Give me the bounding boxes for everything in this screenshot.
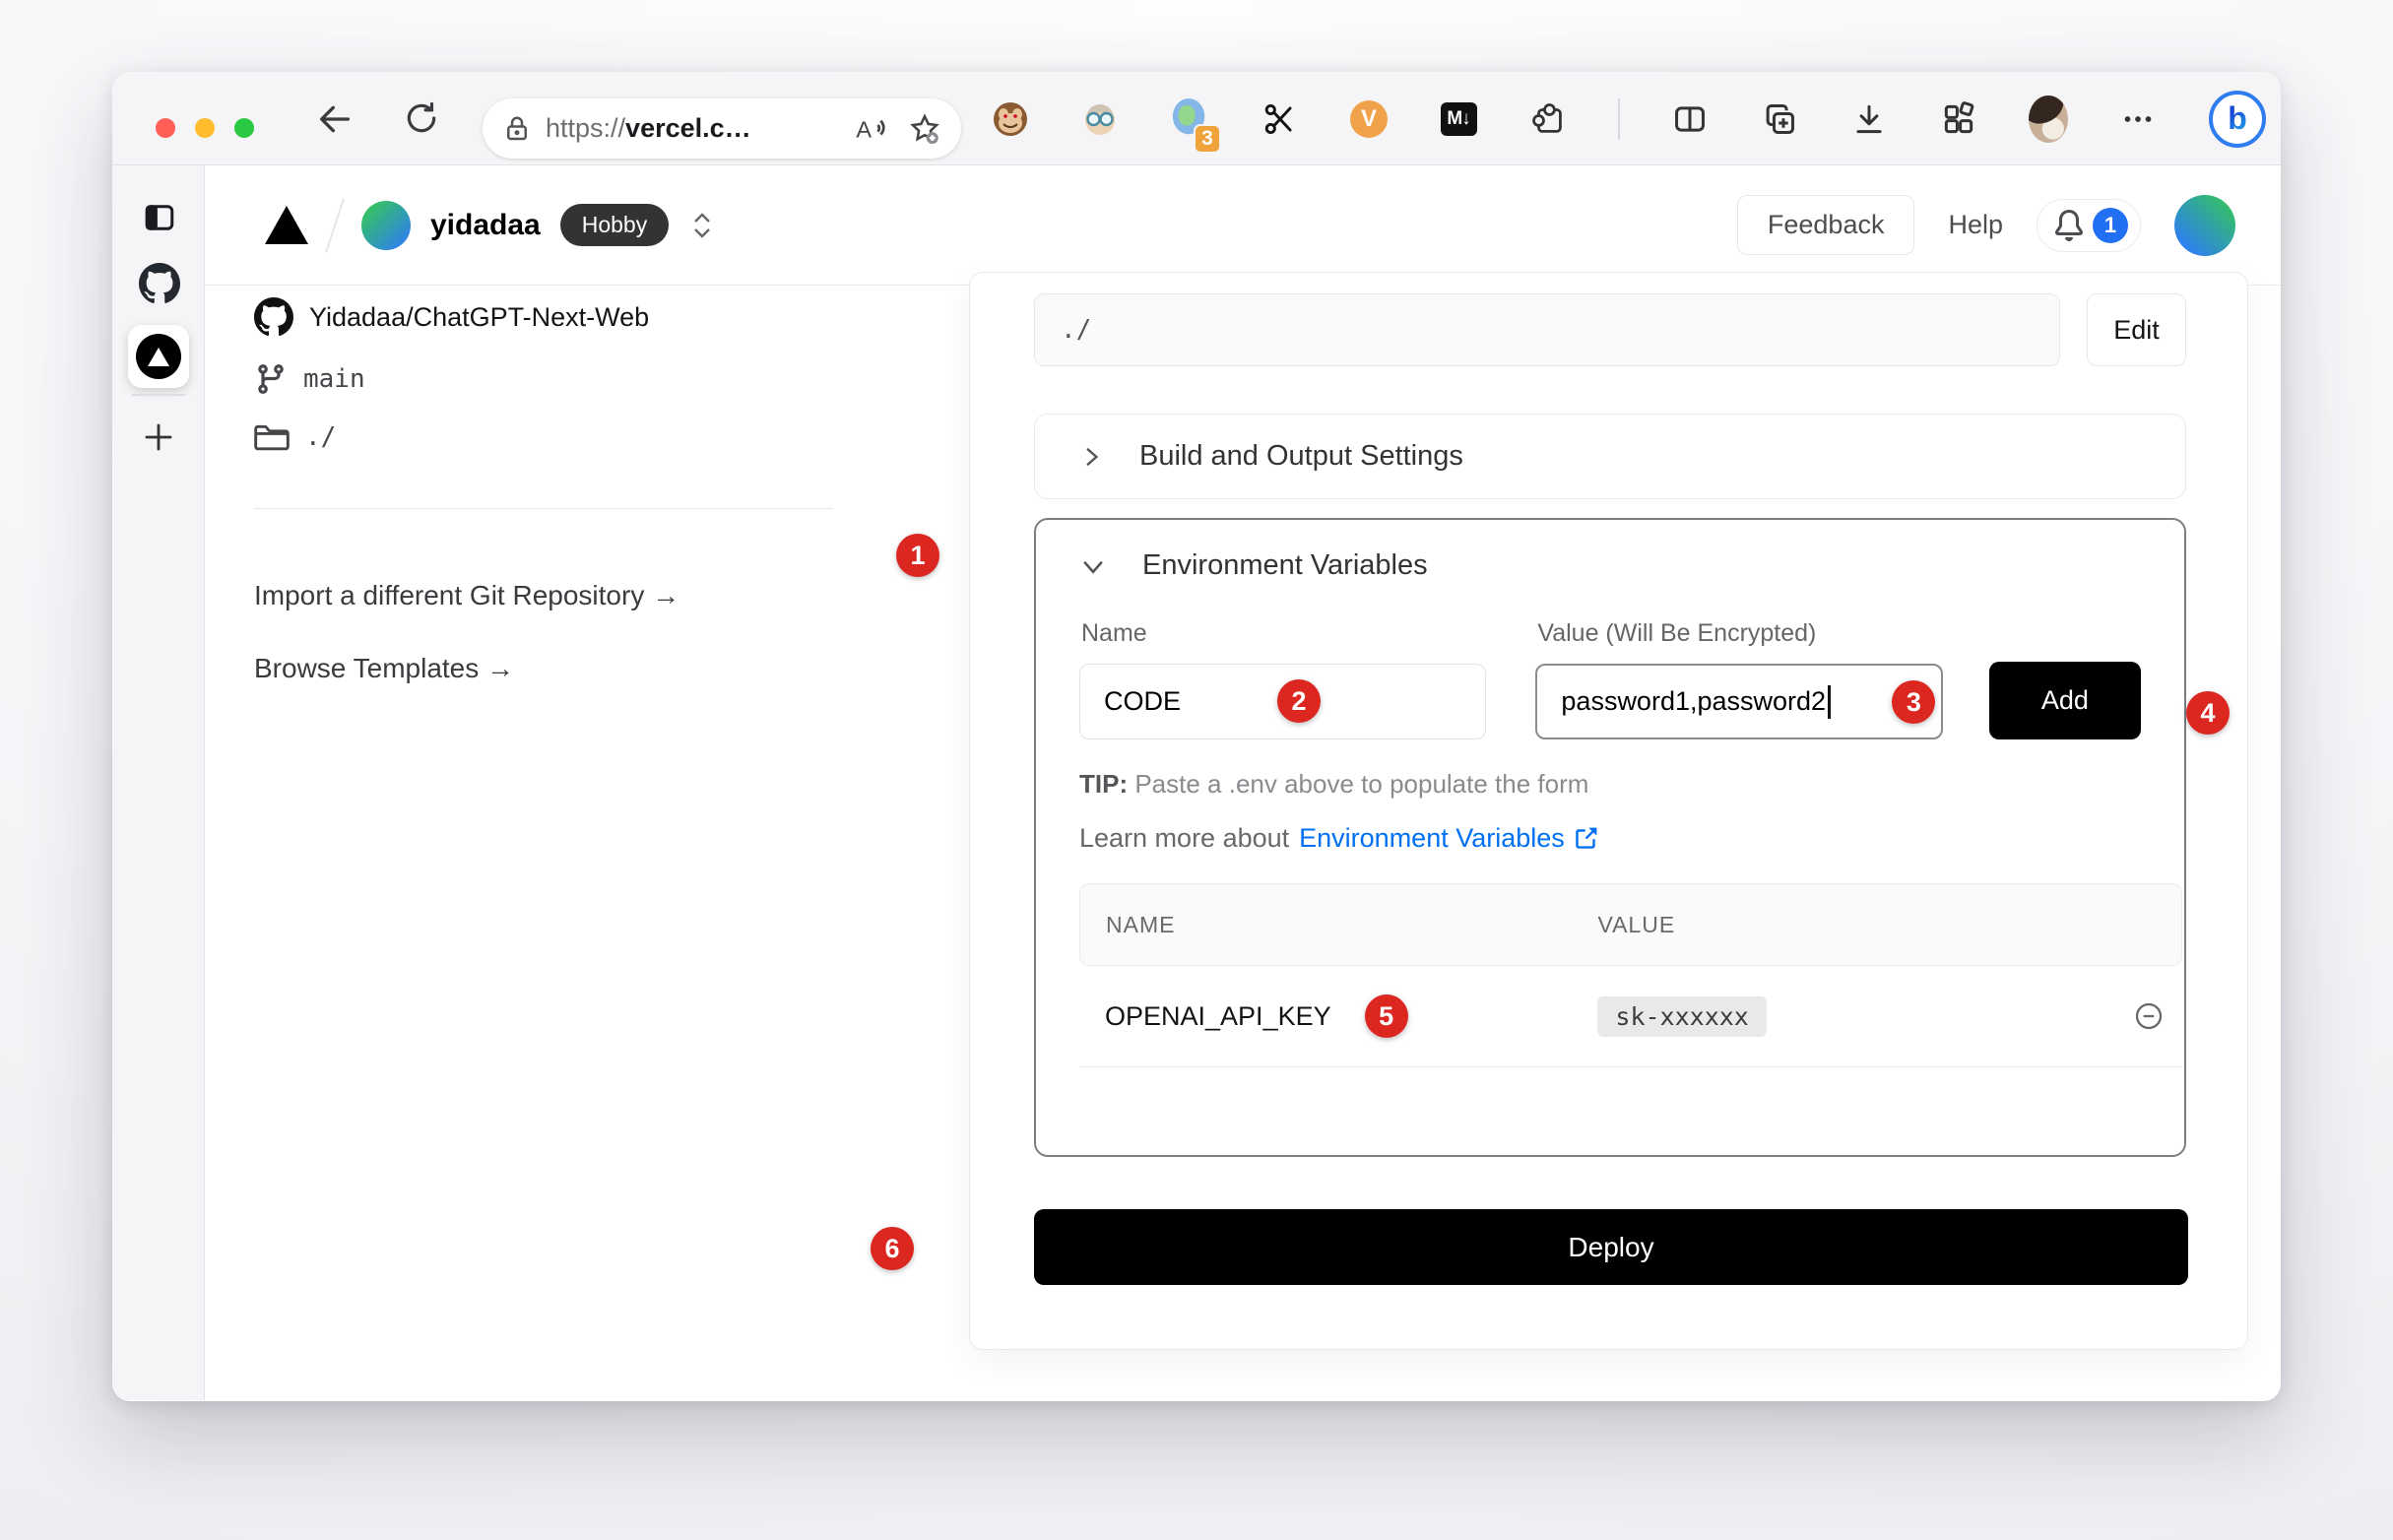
refresh-button[interactable] <box>403 99 440 137</box>
git-branch-icon <box>254 362 288 396</box>
read-aloud-icon[interactable]: A <box>855 112 890 146</box>
help-link[interactable]: Help <box>1948 210 2003 240</box>
env-row-divider <box>1079 1066 2182 1067</box>
v-extension-icon[interactable]: V <box>1349 100 1389 138</box>
environment-variables-section: Environment Variables Name CODE 2 <box>1034 518 2186 1157</box>
desktop-background: https://vercel.c… A 3 <box>0 0 2393 1540</box>
env-title: Environment Variables <box>1142 549 1428 582</box>
vercel-logo[interactable] <box>265 206 308 244</box>
tab-panel-icon[interactable] <box>142 200 177 235</box>
remove-env-button[interactable] <box>2133 1000 2165 1032</box>
annotation-badge-6: 6 <box>871 1227 914 1270</box>
markdown-download-extension-icon[interactable]: M↓ <box>1439 102 1478 136</box>
downloads-icon[interactable] <box>1849 100 1889 138</box>
chevron-down-icon <box>1079 552 1107 580</box>
address-bar[interactable]: https://vercel.c… A <box>483 98 961 159</box>
env-learn-more: Learn more about Environment Variables <box>1079 823 2141 854</box>
minimize-window-button[interactable] <box>195 118 215 138</box>
env-name-input[interactable]: CODE 2 <box>1079 664 1486 739</box>
new-tab-button[interactable] <box>141 419 176 455</box>
vercel-header: yidadaa Hobby Feedback Help 1 <box>205 165 2281 286</box>
user-avatar[interactable] <box>2174 195 2235 256</box>
blue-circle-extension-icon[interactable]: 3 <box>1170 96 1209 142</box>
annotation-badge-3: 3 <box>1892 680 1935 724</box>
collections-icon[interactable] <box>1760 100 1799 138</box>
env-table-name-header: NAME <box>1080 912 1597 938</box>
scissors-extension-icon[interactable] <box>1260 100 1299 138</box>
env-row-name: OPENAI_API_KEY <box>1105 1001 1331 1032</box>
env-table: NAME VALUE OPENAI_API_KEY 5 sk-xxxxxx <box>1079 883 2182 1067</box>
root-directory-input[interactable]: ./ <box>1034 293 2060 366</box>
env-table-value-header: VALUE <box>1597 912 1675 938</box>
team-avatar[interactable] <box>361 201 411 250</box>
configure-project-card: ./ Edit Build and Output Settings Enviro… <box>969 272 2248 1350</box>
profile-avatar[interactable] <box>2029 96 2068 143</box>
annotation-badge-5: 5 <box>1365 995 1408 1038</box>
env-table-header: NAME VALUE <box>1079 883 2182 966</box>
env-accordion-header[interactable]: Environment Variables <box>1079 549 2141 582</box>
annotation-badge-1: 1 <box>896 534 939 577</box>
build-settings-accordion[interactable]: Build and Output Settings <box>1034 414 2186 499</box>
env-docs-link[interactable]: Environment Variables <box>1299 823 1598 854</box>
add-env-button[interactable]: Add <box>1989 662 2141 739</box>
browser-toolbar: https://vercel.c… A 3 <box>112 72 2281 165</box>
tab-vercel-active[interactable] <box>128 325 189 388</box>
zoom-window-button[interactable] <box>234 118 254 138</box>
grandma-extension-icon[interactable] <box>1080 100 1120 138</box>
breadcrumb-slash <box>325 198 345 253</box>
env-name-label: Name <box>1081 619 1486 648</box>
annotation-badge-4: 4 <box>2186 691 2230 735</box>
team-switcher-chevrons[interactable] <box>690 212 714 239</box>
url-text: https://vercel.c… <box>546 113 751 144</box>
bing-chat-icon[interactable]: b <box>2208 91 2267 148</box>
more-menu-icon[interactable] <box>2118 101 2158 137</box>
team-name[interactable]: yidadaa <box>430 209 541 242</box>
split-screen-icon[interactable] <box>1670 100 1710 138</box>
notifications-button[interactable]: 1 <box>2037 199 2141 252</box>
env-row-value: sk-xxxxxx <box>1597 996 1766 1037</box>
tab-github-icon[interactable] <box>139 263 180 304</box>
env-tip: TIP: Paste a .env above to populate the … <box>1079 769 2141 800</box>
github-icon <box>254 297 293 337</box>
minus-circle-icon <box>2133 1000 2165 1032</box>
tab-divider <box>132 394 185 396</box>
branch-name: main <box>303 364 365 394</box>
annotation-badge-2: 2 <box>1277 679 1321 723</box>
feedback-button[interactable]: Feedback <box>1737 195 1915 255</box>
env-value-input[interactable]: password1,password2 3 <box>1535 664 1942 739</box>
repo-name: Yidadaa/ChatGPT-Next-Web <box>309 302 649 333</box>
close-window-button[interactable] <box>156 118 175 138</box>
build-settings-title: Build and Output Settings <box>1139 440 1463 473</box>
extension-badge-count: 3 <box>1194 124 1221 154</box>
import-page: Yidadaa/ChatGPT-Next-Web main ./ Import … <box>205 286 2281 1400</box>
browser-window: https://vercel.c… A 3 <box>112 72 2281 1401</box>
add-favorite-icon[interactable] <box>908 112 941 146</box>
folder-icon <box>254 419 290 455</box>
svg-text:A: A <box>856 116 872 142</box>
browse-templates-link[interactable]: Browse Templates → <box>254 653 514 683</box>
back-button[interactable] <box>315 99 355 139</box>
left-divider <box>254 508 833 509</box>
apps-launcher-icon[interactable] <box>1939 100 1978 138</box>
plan-badge: Hobby <box>560 204 669 246</box>
text-caret <box>1828 685 1831 719</box>
lock-icon <box>502 114 532 144</box>
bell-icon <box>2053 210 2085 241</box>
import-different-repo-link[interactable]: Import a different Git Repository → <box>254 580 679 610</box>
repo-summary-panel: Yidadaa/ChatGPT-Next-Web main ./ Import … <box>254 286 904 684</box>
tampermonkey-extension-icon[interactable] <box>991 100 1030 138</box>
env-value-label: Value (Will Be Encrypted) <box>1537 619 1942 648</box>
extension-row: 3 V M↓ <box>991 72 2267 165</box>
external-link-icon <box>1573 826 1598 852</box>
vercel-favicon <box>136 334 181 379</box>
toolbar-divider <box>1618 98 1620 140</box>
edit-root-directory-button[interactable]: Edit <box>2087 293 2186 366</box>
vertical-tab-strip <box>112 165 205 1400</box>
env-table-row: OPENAI_API_KEY 5 sk-xxxxxx <box>1079 966 2182 1066</box>
chevron-right-icon <box>1078 444 1104 470</box>
deploy-button[interactable]: Deploy <box>1034 1209 2188 1285</box>
root-directory: ./ <box>305 422 336 452</box>
extensions-puzzle-icon[interactable] <box>1528 100 1568 138</box>
notification-count-badge: 1 <box>2093 208 2128 243</box>
